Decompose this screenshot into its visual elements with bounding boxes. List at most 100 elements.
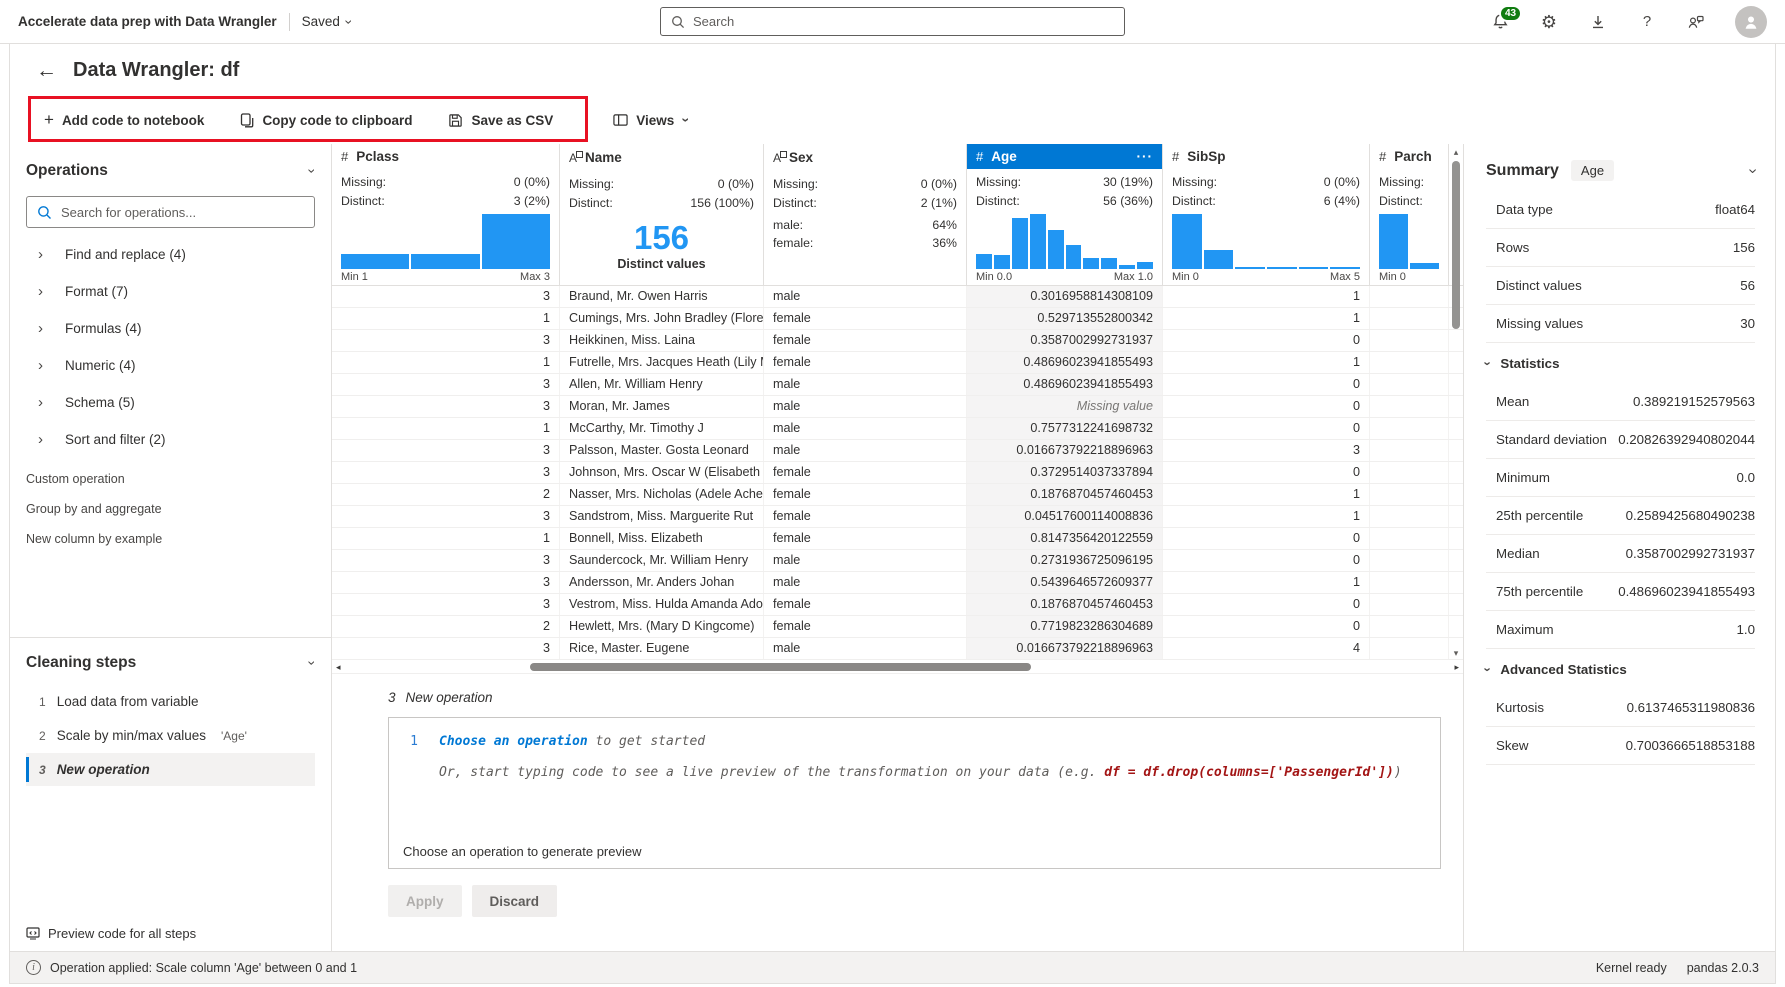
help-button[interactable]: ? bbox=[1637, 12, 1657, 32]
cell-parch[interactable] bbox=[1370, 462, 1449, 483]
notifications-button[interactable]: 43 bbox=[1490, 4, 1523, 32]
cell-pclass[interactable]: 3 bbox=[332, 440, 560, 461]
cell-parch[interactable] bbox=[1370, 484, 1449, 505]
cell-parch[interactable] bbox=[1370, 616, 1449, 637]
cell-parch[interactable] bbox=[1370, 550, 1449, 571]
cell-age[interactable]: 0.5439646572609377 bbox=[967, 572, 1163, 593]
table-row[interactable]: 3 Vestrom, Miss. Hulda Amanda Adolf female… bbox=[332, 594, 1463, 616]
column-title-sibsp[interactable]: # SibSp bbox=[1163, 144, 1369, 169]
table-row[interactable]: 1 Cumings, Mrs. John Bradley (Florenc fema… bbox=[332, 308, 1463, 330]
cell-parch[interactable] bbox=[1370, 528, 1449, 549]
cell-sex[interactable]: male bbox=[764, 396, 967, 417]
table-row[interactable]: 2 Nasser, Mrs. Nicholas (Adele Achem femal… bbox=[332, 484, 1463, 506]
cell-sibsp[interactable]: 0 bbox=[1163, 528, 1370, 549]
cell-sibsp[interactable]: 0 bbox=[1163, 462, 1370, 483]
settings-button[interactable]: ⚙ bbox=[1539, 12, 1559, 32]
cell-sex[interactable]: female bbox=[764, 594, 967, 615]
column-title-age[interactable]: # Age ··· bbox=[967, 144, 1162, 170]
discard-button[interactable]: Discard bbox=[471, 885, 558, 917]
cell-parch[interactable] bbox=[1370, 418, 1449, 439]
cleaning-step-1[interactable]: 1 Load data from variable bbox=[26, 685, 315, 718]
scroll-right-icon[interactable]: ▸ bbox=[1454, 662, 1459, 672]
cell-parch[interactable] bbox=[1370, 352, 1449, 373]
cell-age[interactable]: 0.7719823286304689 bbox=[967, 616, 1163, 637]
cell-name[interactable]: Vestrom, Miss. Hulda Amanda Adolf bbox=[560, 594, 764, 615]
chevron-down-icon[interactable]: › bbox=[305, 169, 321, 174]
table-row[interactable]: 1 McCarthy, Mr. Timothy Jmale 0.7577312241… bbox=[332, 418, 1463, 440]
cell-pclass[interactable]: 3 bbox=[332, 550, 560, 571]
cell-name[interactable]: Andersson, Mr. Anders Johan bbox=[560, 572, 764, 593]
cell-sibsp[interactable]: 1 bbox=[1163, 572, 1370, 593]
cell-age[interactable]: 0.1876870457460453 bbox=[967, 484, 1163, 505]
cell-sibsp[interactable]: 0 bbox=[1163, 418, 1370, 439]
table-row[interactable]: 3 Braund, Mr. Owen Harris male 0.3016958814… bbox=[332, 286, 1463, 308]
cell-pclass[interactable]: 3 bbox=[332, 506, 560, 527]
operation-group-4[interactable]: › Schema (5) bbox=[26, 384, 315, 421]
cell-pclass[interactable]: 1 bbox=[332, 308, 560, 329]
table-row[interactable]: 3 Johnson, Mrs. Oscar W (Elisabeth Vil fem… bbox=[332, 462, 1463, 484]
operation-group-3[interactable]: › Numeric (4) bbox=[26, 347, 315, 384]
cell-parch[interactable] bbox=[1370, 330, 1449, 351]
operation-group-5[interactable]: › Sort and filter (2) bbox=[26, 421, 315, 458]
cell-name[interactable]: Moran, Mr. James bbox=[560, 396, 764, 417]
cell-sex[interactable]: male bbox=[764, 374, 967, 395]
cell-age[interactable]: 0.04517600114008836 bbox=[967, 506, 1163, 527]
cell-sex[interactable]: female bbox=[764, 484, 967, 505]
table-row[interactable]: 3 Andersson, Mr. Anders Johan male 0.543964… bbox=[332, 572, 1463, 594]
scroll-up-icon[interactable]: ▴ bbox=[1454, 146, 1459, 159]
user-avatar[interactable] bbox=[1735, 5, 1767, 38]
scroll-down-icon[interactable]: ▾ bbox=[1454, 647, 1459, 660]
cell-age[interactable]: 0.3587002992731937 bbox=[967, 330, 1163, 351]
cell-name[interactable]: Rice, Master. Eugene bbox=[560, 638, 764, 659]
column-title-parch[interactable]: # Parch bbox=[1370, 144, 1448, 169]
cell-sibsp[interactable]: 0 bbox=[1163, 594, 1370, 615]
cell-sex[interactable]: female bbox=[764, 352, 967, 373]
table-row[interactable]: 1 Futrelle, Mrs. Jacques Heath (Lily Ma fe… bbox=[332, 352, 1463, 374]
cell-name[interactable]: Cumings, Mrs. John Bradley (Florenc bbox=[560, 308, 764, 329]
cell-name[interactable]: Braund, Mr. Owen Harris bbox=[560, 286, 764, 307]
cell-age[interactable]: 0.2731936725096195 bbox=[967, 550, 1163, 571]
summary-section-advanced-statistics[interactable]: › Advanced Statistics bbox=[1481, 649, 1755, 689]
vertical-scrollbar[interactable]: ▴ ▾ bbox=[1449, 146, 1463, 660]
cell-sibsp[interactable]: 0 bbox=[1163, 616, 1370, 637]
views-button[interactable]: Views › bbox=[613, 113, 695, 128]
cell-pclass[interactable]: 1 bbox=[332, 528, 560, 549]
cell-age[interactable]: Missing value bbox=[967, 396, 1163, 417]
cell-age[interactable]: 0.3729514037337894 bbox=[967, 462, 1163, 483]
cell-pclass[interactable]: 1 bbox=[332, 418, 560, 439]
cell-sex[interactable]: female bbox=[764, 330, 967, 351]
operation-link-0[interactable]: Custom operation bbox=[26, 464, 315, 494]
cell-pclass[interactable]: 2 bbox=[332, 484, 560, 505]
operation-link-2[interactable]: New column by example bbox=[26, 524, 315, 554]
cell-sibsp[interactable]: 1 bbox=[1163, 484, 1370, 505]
apply-button[interactable]: Apply bbox=[388, 885, 462, 917]
cell-sex[interactable]: male bbox=[764, 440, 967, 461]
cell-name[interactable]: Bonnell, Miss. Elizabeth bbox=[560, 528, 764, 549]
cell-name[interactable]: Sandstrom, Miss. Marguerite Rut bbox=[560, 506, 764, 527]
back-arrow-icon[interactable]: ← bbox=[36, 60, 57, 81]
cell-sex[interactable]: female bbox=[764, 506, 967, 527]
cell-sibsp[interactable]: 1 bbox=[1163, 506, 1370, 527]
table-row[interactable]: 3 Sandstrom, Miss. Marguerite Rut female 0.… bbox=[332, 506, 1463, 528]
cell-name[interactable]: Heikkinen, Miss. Laina bbox=[560, 330, 764, 351]
summary-section-statistics[interactable]: › Statistics bbox=[1481, 343, 1755, 383]
cell-sibsp[interactable]: 0 bbox=[1163, 374, 1370, 395]
cell-parch[interactable] bbox=[1370, 440, 1449, 461]
cell-parch[interactable] bbox=[1370, 286, 1449, 307]
table-row[interactable]: 2 Hewlett, Mrs. (Mary D Kingcome) female 0.… bbox=[332, 616, 1463, 638]
cell-pclass[interactable]: 3 bbox=[332, 638, 560, 659]
table-row[interactable]: 3 Saundercock, Mr. William Henry male 0.273… bbox=[332, 550, 1463, 572]
cell-name[interactable]: McCarthy, Mr. Timothy J bbox=[560, 418, 764, 439]
cell-name[interactable]: Palsson, Master. Gosta Leonard bbox=[560, 440, 764, 461]
cell-sex[interactable]: male bbox=[764, 286, 967, 307]
cell-pclass[interactable]: 3 bbox=[332, 594, 560, 615]
cell-sibsp[interactable]: 4 bbox=[1163, 638, 1370, 659]
cell-age[interactable]: 0.3016958814308109 bbox=[967, 286, 1163, 307]
cell-age[interactable]: 0.48696023941855493 bbox=[967, 374, 1163, 395]
horizontal-scrollbar-track[interactable] bbox=[341, 660, 1455, 674]
cell-sibsp[interactable]: 1 bbox=[1163, 286, 1370, 307]
chevron-down-icon[interactable]: › bbox=[1744, 168, 1761, 173]
column-title-sex[interactable]: A Sex bbox=[764, 144, 966, 171]
cell-age[interactable]: 0.529713552800342 bbox=[967, 308, 1163, 329]
save-status-dropdown[interactable]: Saved › bbox=[302, 14, 358, 29]
